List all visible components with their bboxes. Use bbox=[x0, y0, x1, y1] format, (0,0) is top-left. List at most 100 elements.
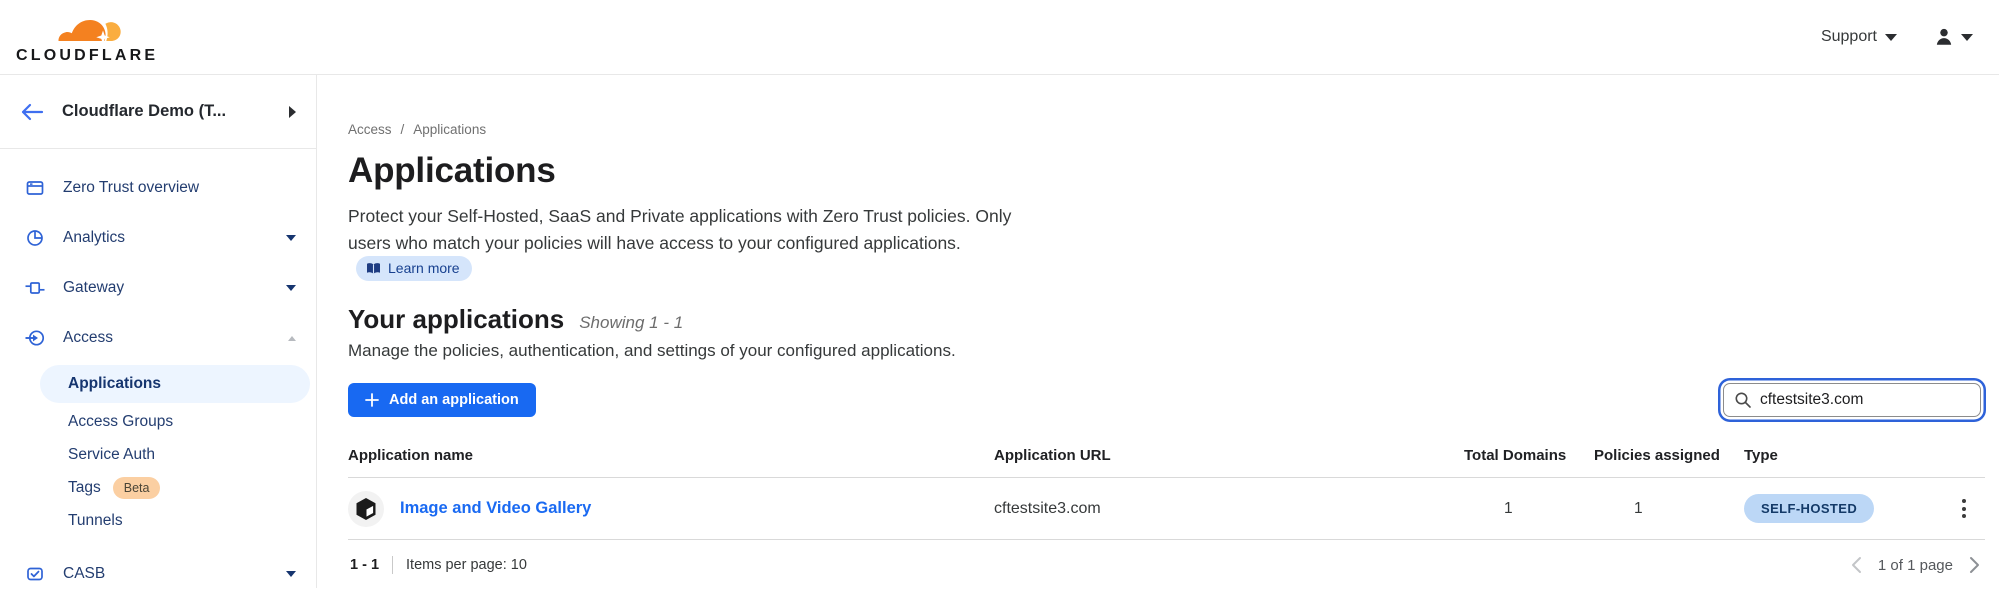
section-title: Your applications bbox=[348, 304, 564, 335]
application-name-link[interactable]: Image and Video Gallery bbox=[400, 499, 591, 518]
topbar-actions: Support bbox=[1821, 26, 1973, 48]
items-range: 1 - 1 bbox=[350, 557, 379, 573]
table-footer: 1 - 1 Items per page: 10 1 of 1 page bbox=[348, 540, 1985, 576]
type-badge: SELF-HOSTED bbox=[1744, 494, 1874, 523]
sidebar-item-tags[interactable]: Tags Beta bbox=[0, 471, 316, 504]
sidebar-item-label: Access Groups bbox=[68, 413, 173, 431]
column-header-total-domains: Total Domains bbox=[1464, 447, 1594, 464]
policies-assigned-cell: 1 bbox=[1594, 500, 1744, 518]
chevron-down-icon[interactable] bbox=[286, 571, 296, 577]
applications-toolbar: Add an application bbox=[348, 383, 1985, 417]
table-row: Image and Video Gallery cftestsite3.com … bbox=[348, 478, 1985, 540]
search-input[interactable] bbox=[1723, 383, 1981, 417]
brand-wordmark: CLOUDFLARE bbox=[16, 48, 158, 64]
column-header-application-name: Application name bbox=[348, 447, 994, 464]
previous-page-button[interactable] bbox=[1848, 554, 1864, 576]
pagination: 1 of 1 page bbox=[1848, 554, 1983, 576]
table-header-row: Application name Application URL Total D… bbox=[348, 447, 1985, 478]
plus-icon bbox=[365, 393, 379, 407]
breadcrumb: Access / Applications bbox=[348, 122, 1985, 137]
pie-chart-icon bbox=[25, 228, 45, 248]
top-bar: CLOUDFLARE Support bbox=[0, 0, 1999, 75]
chevron-left-icon bbox=[1850, 556, 1862, 574]
sidebar-item-label: Access bbox=[63, 329, 113, 347]
login-arrow-icon bbox=[25, 328, 45, 348]
cloudflare-cloud-icon bbox=[35, 11, 139, 47]
sidebar-item-label: CASB bbox=[63, 565, 105, 583]
breadcrumb-separator: / bbox=[401, 122, 405, 137]
gateway-icon bbox=[25, 278, 45, 298]
main-content: Access / Applications Applications Prote… bbox=[317, 75, 1999, 588]
cube-icon bbox=[355, 497, 377, 521]
section-subheading: Manage the policies, authentication, and… bbox=[348, 341, 1985, 361]
sidebar-item-label: Tunnels bbox=[68, 512, 123, 530]
chevron-down-icon[interactable] bbox=[286, 235, 296, 241]
book-icon bbox=[366, 262, 381, 275]
column-header-policies-assigned: Policies assigned bbox=[1594, 447, 1744, 464]
applications-table: Application name Application URL Total D… bbox=[348, 447, 1985, 576]
sidebar-item-tunnels[interactable]: Tunnels bbox=[0, 504, 316, 537]
page-indicator: 1 of 1 page bbox=[1878, 557, 1953, 574]
type-cell: SELF-HOSTED bbox=[1744, 494, 1929, 523]
sidebar-item-analytics[interactable]: Analytics bbox=[0, 213, 316, 263]
section-header: Your applications Showing 1 - 1 bbox=[348, 304, 1985, 335]
sidebar-account-header: Cloudflare Demo (T... bbox=[0, 75, 316, 149]
sidebar-item-label: Zero Trust overview bbox=[63, 179, 199, 197]
sidebar-item-label: Gateway bbox=[63, 279, 124, 297]
support-label: Support bbox=[1821, 28, 1877, 46]
checkbox-icon bbox=[25, 564, 45, 584]
sidebar-item-service-auth[interactable]: Service Auth bbox=[0, 438, 316, 471]
application-name-cell: Image and Video Gallery bbox=[348, 491, 994, 527]
cloudflare-logo[interactable]: CLOUDFLARE bbox=[16, 11, 158, 64]
breadcrumb-applications[interactable]: Applications bbox=[413, 122, 486, 137]
sidebar-item-gateway[interactable]: Gateway bbox=[0, 263, 316, 313]
showing-count: Showing 1 - 1 bbox=[579, 313, 683, 333]
sidebar: Cloudflare Demo (T... Zero Trust overvie… bbox=[0, 75, 317, 588]
kebab-icon bbox=[1962, 499, 1966, 503]
application-avatar bbox=[348, 491, 384, 527]
chevron-down-icon bbox=[1961, 34, 1973, 41]
next-page-button[interactable] bbox=[1967, 554, 1983, 576]
account-expand-icon[interactable] bbox=[289, 106, 296, 118]
sidebar-item-label: Applications bbox=[68, 375, 161, 393]
column-header-type: Type bbox=[1744, 447, 1929, 464]
arrow-left-icon bbox=[20, 103, 44, 121]
application-url-cell: cftestsite3.com bbox=[994, 500, 1464, 518]
back-button[interactable] bbox=[16, 99, 48, 125]
page-description: Protect your Self-Hosted, SaaS and Priva… bbox=[348, 203, 1053, 284]
app-shell: Cloudflare Demo (T... Zero Trust overvie… bbox=[0, 75, 1999, 588]
chevron-down-icon bbox=[1885, 34, 1897, 41]
footer-left: 1 - 1 Items per page: 10 bbox=[350, 556, 527, 574]
support-menu-button[interactable]: Support bbox=[1821, 28, 1897, 46]
chevron-down-icon[interactable] bbox=[286, 285, 296, 291]
sidebar-item-label: Service Auth bbox=[68, 446, 155, 464]
total-domains-cell: 1 bbox=[1464, 500, 1594, 518]
user-menu-button[interactable] bbox=[1933, 26, 1973, 48]
learn-more-button[interactable]: Learn more bbox=[356, 256, 472, 281]
breadcrumb-access[interactable]: Access bbox=[348, 122, 392, 137]
items-per-page[interactable]: Items per page: 10 bbox=[406, 557, 527, 573]
browser-window-icon bbox=[25, 178, 45, 198]
sidebar-item-zero-trust-overview[interactable]: Zero Trust overview bbox=[0, 163, 316, 213]
sidebar-item-access[interactable]: Access bbox=[0, 313, 316, 363]
add-application-label: Add an application bbox=[389, 392, 519, 408]
add-application-button[interactable]: Add an application bbox=[348, 383, 536, 417]
sidebar-item-applications[interactable]: Applications bbox=[40, 365, 310, 403]
chevron-right-icon bbox=[1969, 556, 1981, 574]
sidebar-item-casb[interactable]: CASB bbox=[0, 549, 316, 599]
account-name: Cloudflare Demo (T... bbox=[62, 102, 289, 121]
person-icon bbox=[1933, 26, 1955, 48]
sidebar-nav: Zero Trust overview Analytics Gateway bbox=[0, 149, 316, 599]
search-box bbox=[1723, 383, 1981, 417]
sidebar-item-label: Tags bbox=[68, 479, 101, 497]
chevron-up-icon[interactable] bbox=[288, 336, 296, 341]
row-actions-menu-button[interactable] bbox=[1943, 493, 1985, 524]
learn-more-label: Learn more bbox=[388, 260, 460, 276]
divider bbox=[392, 556, 393, 574]
sidebar-item-label: Analytics bbox=[63, 229, 125, 247]
page-title: Applications bbox=[348, 151, 1985, 191]
sidebar-item-access-groups[interactable]: Access Groups bbox=[0, 405, 316, 438]
beta-badge: Beta bbox=[113, 477, 161, 499]
column-header-application-url: Application URL bbox=[994, 447, 1464, 464]
page-description-text: Protect your Self-Hosted, SaaS and Priva… bbox=[348, 206, 1011, 253]
